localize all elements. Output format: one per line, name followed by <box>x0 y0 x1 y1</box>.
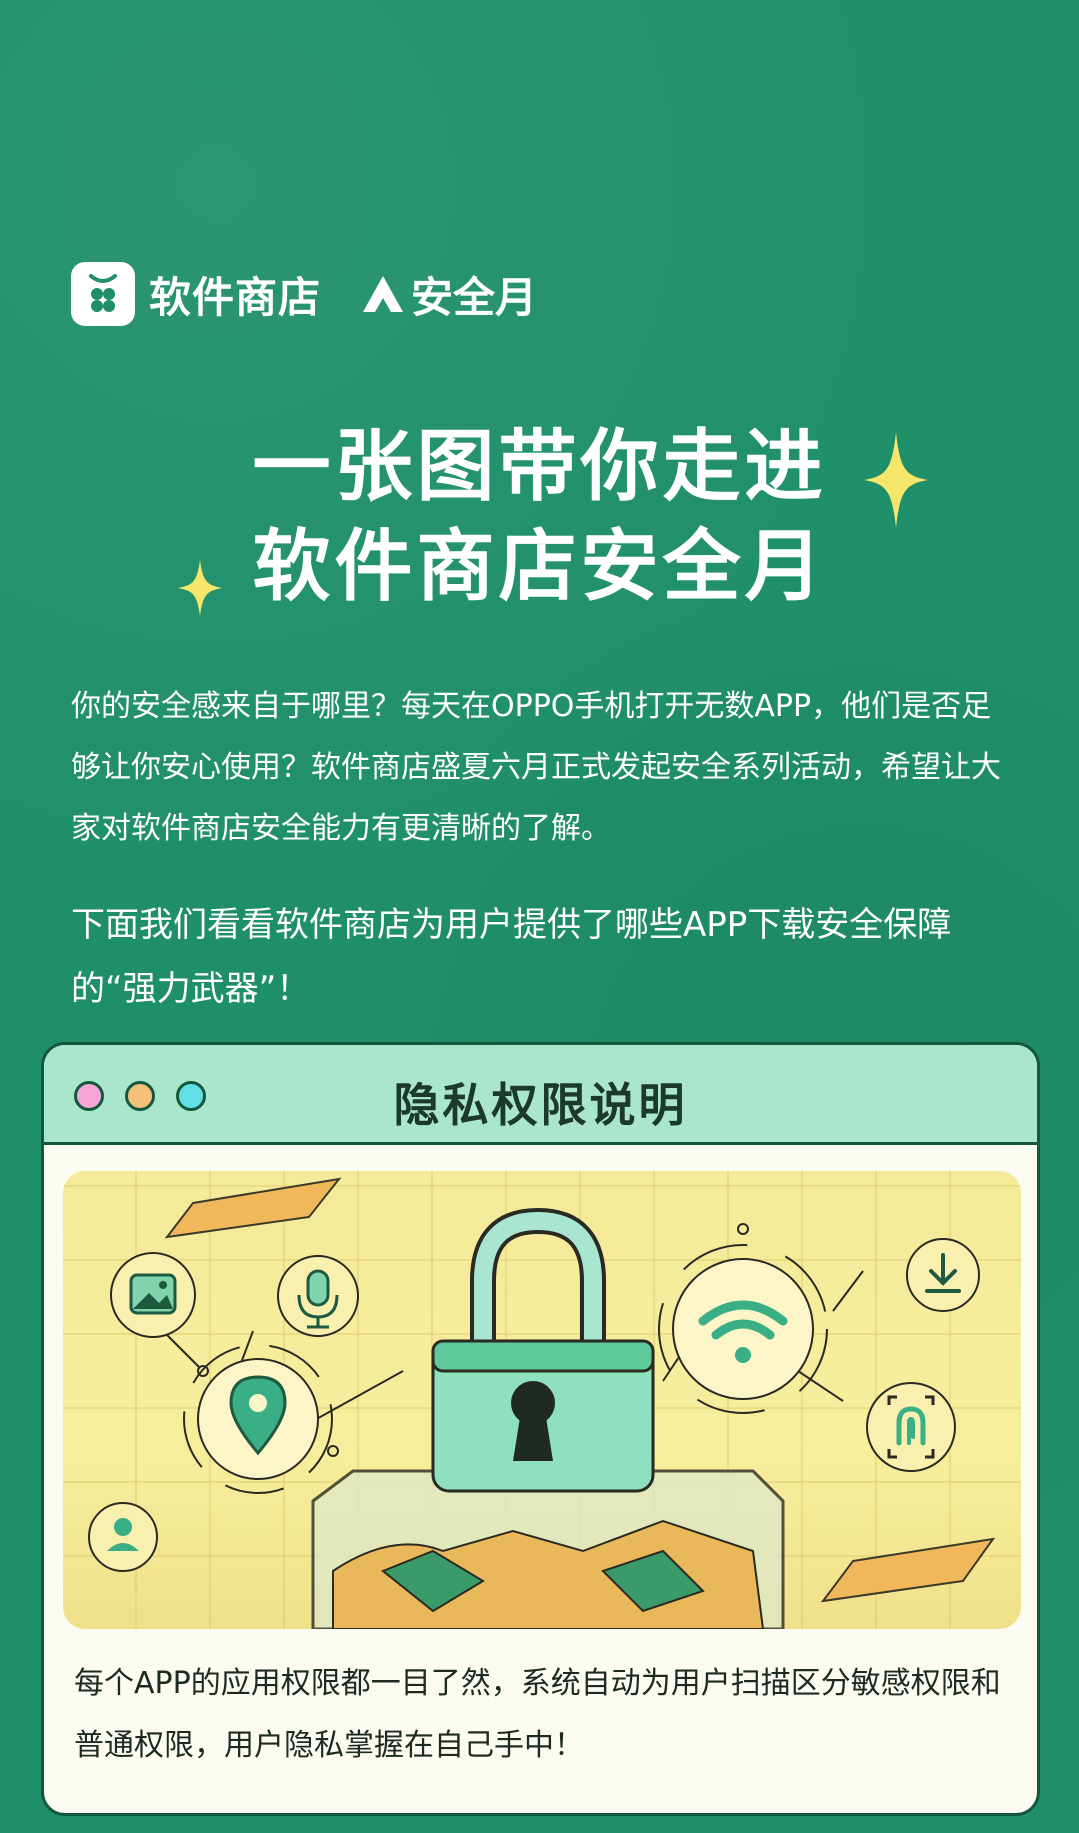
card-title: 隐私权限说明 <box>393 1078 688 1132</box>
privacy-illustration <box>63 1171 1021 1629</box>
download-icon <box>906 1238 980 1312</box>
intro-paragraph-2: 下面我们看看软件商店为用户提供了哪些APP下载安全保障的“强力武器”！ <box>71 905 952 1009</box>
microphone-icon <box>277 1255 359 1337</box>
glass-box <box>311 1469 785 1629</box>
fingerprint-icon <box>866 1382 956 1472</box>
sparkle-icon <box>864 432 928 528</box>
headline-line-2: 软件商店安全月 <box>252 522 827 612</box>
brand-header: 软件商店 安全月 <box>71 262 537 326</box>
app-name: 软件商店 <box>149 272 322 322</box>
card-header: 隐私权限说明 <box>44 1045 1037 1145</box>
card-description: 每个APP的应用权限都一目了然，系统自动为用户扫描区分敏感权限和普通权限，用户隐… <box>74 1666 1001 1763</box>
intro-paragraph: 你的安全感来自于哪里？每天在OPPO手机打开无数APP，他们是否足够让你安心使用… <box>71 689 1001 846</box>
location-icon <box>183 1344 333 1494</box>
store-logo-icon <box>71 262 135 326</box>
privacy-card: 隐私权限说明 每个APP的应用权限都一目了然，系统自动为用户扫描区分敏感权限和普… <box>41 1042 1040 1816</box>
sparkle-icon <box>178 560 222 616</box>
campaign-name: 安全月 <box>411 272 538 322</box>
triangle-logo-icon <box>363 276 404 312</box>
poster-page: 软件商店 安全月 一张图带你走进 软件商店安全月 你的安全感来自于哪里？每天在O… <box>0 0 1079 1833</box>
wifi-icon <box>658 1244 828 1414</box>
image-icon <box>110 1252 196 1338</box>
padlock-icon <box>431 1207 655 1493</box>
contact-icon <box>88 1502 158 1572</box>
campaign-brand: 安全月 <box>361 264 537 325</box>
